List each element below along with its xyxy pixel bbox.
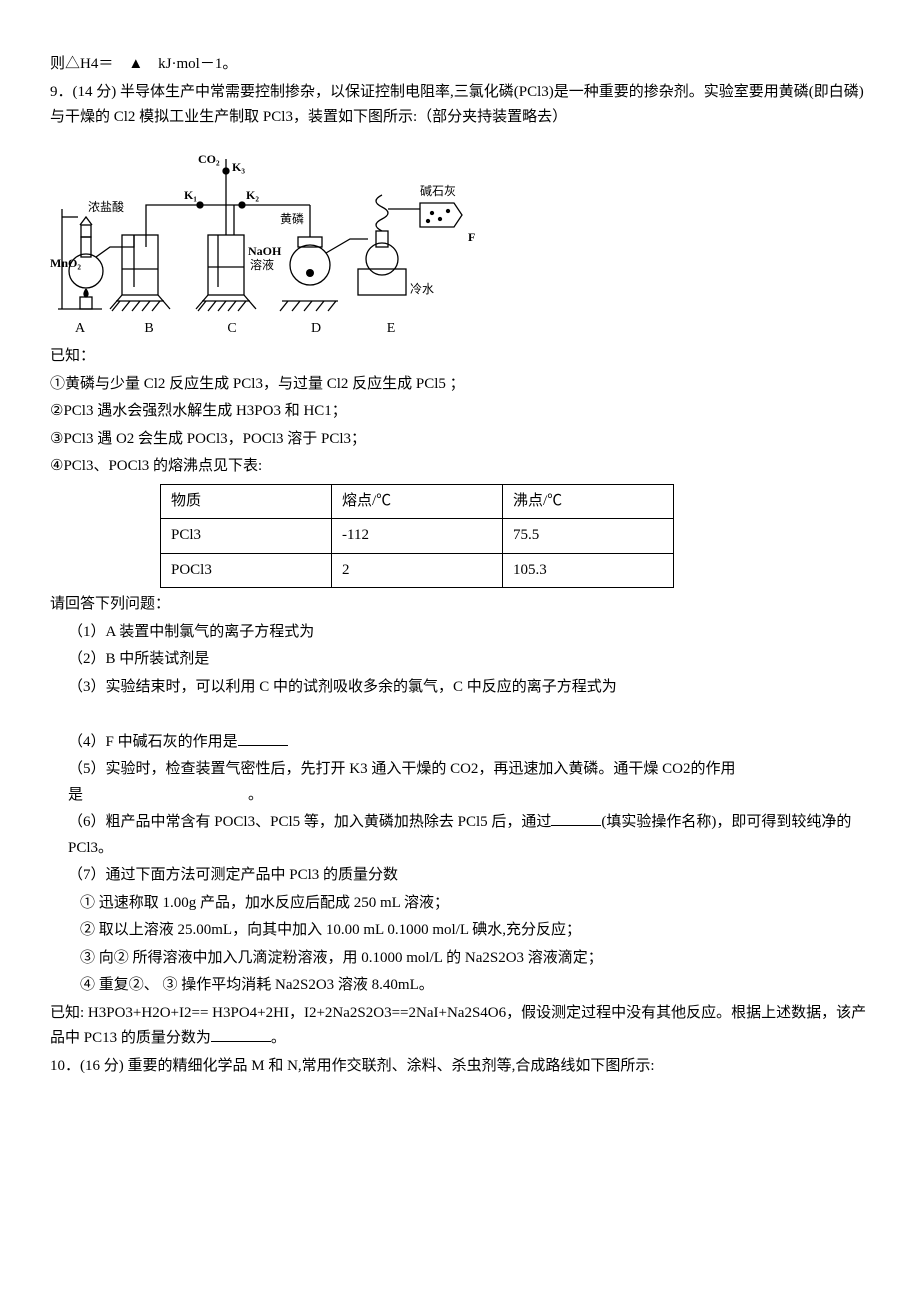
sub-q6: （6）粗产品中常含有 POCl3、PCl5 等，加入黄磷加热除去 PCl5 后，… (50, 810, 870, 861)
th-substance: 物质 (161, 484, 332, 519)
sub-q2: （2）B 中所装试剂是 (50, 647, 870, 673)
sub-q5: （5）实验时，检查装置气密性后，先打开 K3 通入干燥的 CO2，再迅速加入黄磷… (50, 757, 870, 808)
q10-intro: 10．(16 分) 重要的精细化学品 M 和 N,常用作交联剂、涂料、杀虫剂等,… (50, 1054, 870, 1080)
answer-header: 请回答下列问题： (50, 592, 870, 618)
svg-text:CO₂: CO₂ (198, 152, 220, 166)
svg-text:冷水: 冷水 (410, 282, 434, 296)
sub-q7-step4: ④ 重复②、 ③ 操作平均消耗 Na2S2O3 溶液 8.40mL。 (50, 973, 870, 999)
delta-h4-line: 则△H4＝ ▲ kJ·mol－1。 (50, 52, 870, 78)
svg-text:F: F (468, 230, 475, 244)
table-row: POCl3 2 105.3 (161, 553, 674, 588)
svg-text:K₁: K₁ (184, 188, 197, 202)
known-1: ①黄磷与少量 Cl2 反应生成 PCl3，与过量 Cl2 反应生成 PCl5 ； (50, 372, 870, 398)
blank-field (551, 825, 601, 826)
figure-labels: A B C D E (50, 317, 480, 341)
svg-text:黄磷: 黄磷 (280, 211, 304, 226)
svg-text:浓盐酸: 浓盐酸 (88, 199, 124, 214)
sub-q4: （4）F 中碱石灰的作用是 (50, 730, 870, 756)
sub-q7-step2: ② 取以上溶液 25.00mL，向其中加入 10.00 mL 0.1000 mo… (50, 918, 870, 944)
known-4: ④PCl3、POCl3 的熔沸点见下表: (50, 454, 870, 480)
properties-table: 物质 熔点/℃ 沸点/℃ PCl3 -112 75.5 POCl3 2 105.… (160, 484, 674, 589)
sub-q7-header: （7）通过下面方法可测定产品中 PCl3 的质量分数 (50, 863, 870, 889)
known-2: ②PCl3 遇水会强烈水解生成 H3PO3 和 HC1； (50, 399, 870, 425)
table-row: PCl3 -112 75.5 (161, 519, 674, 554)
q9-intro: 9．(14 分) 半导体生产中常需要控制掺杂，以保证控制电阻率,三氯化磷(PCl… (50, 80, 870, 131)
sub-q3: （3）实验结束时，可以利用 C 中的试剂吸收多余的氯气，C 中反应的离子方程式为 (50, 675, 870, 701)
blank-field (238, 745, 288, 746)
apparatus-figure: 浓盐酸 MnO₂ CO₂ K₃ K₁ K₂ 黄磷 NaOH 溶液 碱石灰 冷水 … (50, 139, 480, 341)
sub-q7-end: 已知: H3PO3+H2O+I2== H3PO4+2HI，I2+2Na2S2O3… (50, 1001, 870, 1052)
svg-text:NaOH: NaOH (248, 244, 282, 258)
th-bp: 沸点/℃ (503, 484, 674, 519)
svg-text:碱石灰: 碱石灰 (420, 184, 456, 198)
svg-text:K₂: K₂ (246, 188, 259, 202)
sub-q7-step1: ① 迅速称取 1.00g 产品，加水反应后配成 250 mL 溶液； (50, 891, 870, 917)
sub-q1: （1）A 装置中制氯气的离子方程式为 (50, 620, 870, 646)
th-mp: 熔点/℃ (332, 484, 503, 519)
known-header: 已知： (50, 344, 870, 370)
svg-text:K₃: K₃ (232, 160, 245, 174)
svg-text:MnO₂: MnO₂ (50, 256, 81, 270)
blank-field (211, 1041, 271, 1042)
known-3: ③PCl3 遇 O2 会生成 POCl3，POCl3 溶于 PCl3； (50, 427, 870, 453)
sub-q7-step3: ③ 向② 所得溶液中加入几滴淀粉溶液，用 0.1000 mol/L 的 Na2S… (50, 946, 870, 972)
svg-text:溶液: 溶液 (250, 257, 274, 272)
